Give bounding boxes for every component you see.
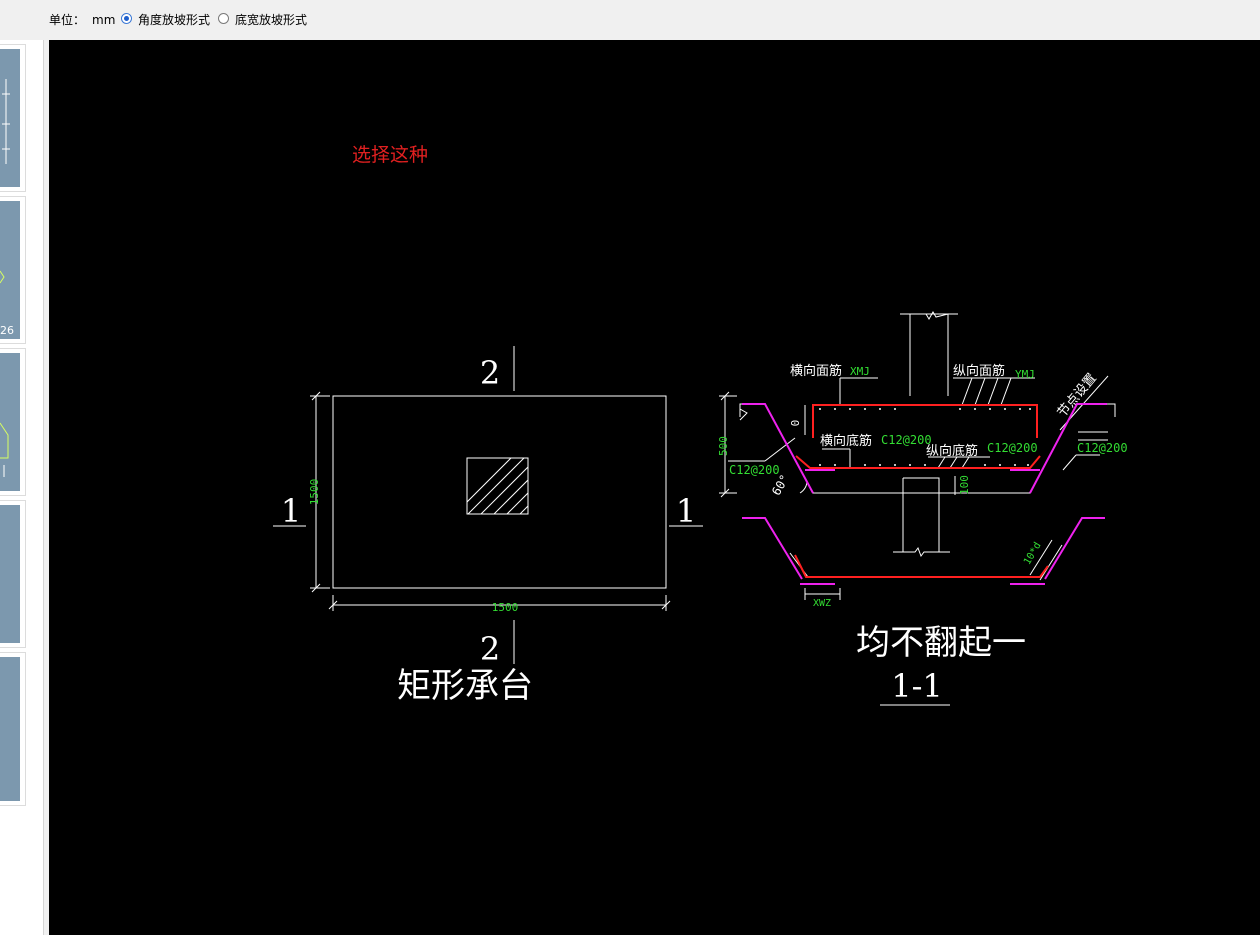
- section-mark-1-left: 1: [281, 492, 301, 530]
- annotation-text: 选择这种: [352, 144, 428, 166]
- toolbar: 单位： mm 角度放坡形式 底宽放坡形式: [0, 0, 1260, 40]
- dim-100: 100: [958, 475, 971, 495]
- node-setting-label: 节点设置: [1054, 370, 1099, 419]
- radio-angle-slope[interactable]: [121, 13, 132, 24]
- thumbnail-5-image: [0, 657, 20, 801]
- section-mark-1-right: 1: [676, 492, 696, 530]
- spec-right-side: C12@200: [1077, 441, 1128, 455]
- plan-dim-width: 1500: [492, 601, 519, 614]
- thumbnail-panel: 26: [0, 40, 44, 935]
- thumbnail-1[interactable]: [0, 44, 26, 192]
- label-angle-slope[interactable]: 角度放坡形式: [138, 13, 210, 27]
- unit-value: mm: [92, 13, 116, 27]
- thumbnail-2-caption: 26: [0, 324, 14, 337]
- code-transverse-top: XMJ: [850, 365, 870, 378]
- thumbnail-3-image: [0, 353, 20, 491]
- label-transverse-bottom: 横向底筋: [820, 433, 872, 448]
- section-mark-2-top: 2: [480, 354, 500, 392]
- spec-longitudinal-bottom: C12@200: [987, 441, 1038, 455]
- dim-depth: 500: [717, 436, 730, 456]
- thumbnail-2-image: 26: [0, 201, 20, 339]
- label-xwz: XWZ: [813, 598, 831, 609]
- section-view-rebar: [742, 403, 1107, 585]
- plan-outline: [332, 395, 667, 589]
- spec-left-side: C12@200: [729, 463, 780, 477]
- plan-dim-height: 1500: [308, 479, 321, 506]
- spec-transverse-bottom: C12@200: [881, 433, 932, 447]
- thumbnail-3[interactable]: [0, 348, 26, 496]
- unit-label: 单位：: [49, 13, 86, 27]
- code-longitudinal-top: YMJ: [1015, 368, 1035, 381]
- label-longitudinal-bottom: 纵向底筋: [926, 443, 978, 458]
- dim-zero: 0: [789, 420, 802, 427]
- thumbnail-1-image: [0, 49, 20, 187]
- thumbnail-4[interactable]: [0, 500, 26, 648]
- section-mark-2-bottom: 2: [480, 630, 500, 668]
- thumbnail-4-image: [0, 505, 20, 643]
- label-width-slope[interactable]: 底宽放坡形式: [235, 13, 307, 27]
- cad-drawing-canvas[interactable]: 选择这种 1500 1500 2 2 1 1 矩形承台 横向面筋 XMJ 纵向面…: [49, 40, 1260, 935]
- section-label: 1-1: [891, 667, 943, 705]
- label-10d: 10*d: [1022, 541, 1044, 567]
- thumbnail-5[interactable]: [0, 652, 26, 806]
- thumbnail-2[interactable]: 26: [0, 196, 26, 344]
- radio-width-slope[interactable]: [218, 13, 229, 24]
- cad-drawing: 选择这种 1500 1500 2 2 1 1 矩形承台 横向面筋 XMJ 纵向面…: [273, 144, 1128, 706]
- section-title: 均不翻起一: [856, 623, 1026, 663]
- plan-view: [273, 346, 703, 664]
- plan-title: 矩形承台: [397, 666, 533, 706]
- label-longitudinal-top: 纵向面筋: [953, 363, 1005, 378]
- label-transverse-top: 横向面筋: [790, 363, 842, 378]
